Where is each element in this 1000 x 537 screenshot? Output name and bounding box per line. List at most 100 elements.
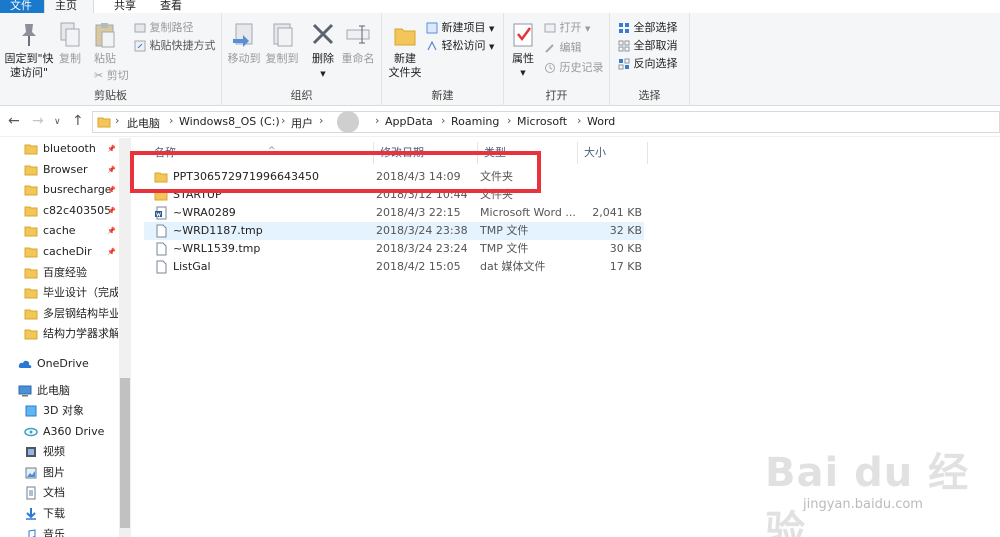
invert-selection-button[interactable]: 反向选择 (618, 55, 678, 73)
nav-pc-item[interactable]: 3D 对象 (24, 401, 118, 421)
copy-icon (60, 22, 80, 47)
delete-x-icon (312, 23, 334, 45)
nav-quick-item[interactable]: c82c403505 📌 (24, 201, 118, 221)
history-label: 历史记录 (559, 61, 604, 74)
nav-quick-item[interactable]: 结构力学器求解 (24, 324, 118, 344)
file-row[interactable]: ~WRL1539.tmp 2018/3/24 23:24 TMP 文件 30 KB (144, 240, 644, 258)
nav-scrollbar[interactable] (119, 138, 131, 537)
tab-share[interactable]: 共享 (104, 0, 146, 13)
forward-arrow-icon[interactable]: → (32, 113, 44, 129)
nav-quick-item-label: 多层钢结构毕业 (43, 306, 118, 320)
file-icon (156, 242, 167, 256)
nav-pc-item[interactable]: 图片 (24, 463, 118, 483)
file-name-cell: ~WRA0289 (154, 204, 364, 222)
breadcrumb-appdata[interactable]: AppData (385, 115, 433, 128)
nav-quick-item[interactable]: busrecharge 📌 (24, 180, 118, 200)
breadcrumb-this-pc[interactable]: 此电脑 (127, 115, 160, 131)
nav-quick-item[interactable]: bluetooth 📌 (24, 139, 118, 159)
pin-icon: 📌 (107, 227, 116, 236)
documents-icon (26, 486, 36, 500)
easy-access-label: 轻松访问 (441, 39, 486, 52)
folder-icon (24, 309, 38, 320)
organize-group-label: 组织 (290, 89, 313, 102)
navigation-pane: bluetooth 📌 Browser 📌 busrecharge 📌 c82c403505… (0, 138, 132, 537)
breadcrumb-word[interactable]: Word (587, 115, 615, 128)
tab-view[interactable]: 查看 (150, 0, 192, 13)
new-item-label: 新建项目 (441, 21, 486, 34)
paste-shortcut-button[interactable]: 粘贴快捷方式 (134, 37, 216, 55)
breadcrumb-separator-icon: › (375, 114, 380, 127)
copy-to-button[interactable]: 复制到 (264, 21, 300, 66)
nav-quick-item[interactable]: Browser 📌 (24, 160, 118, 180)
nav-quick-item[interactable]: 毕业设计（完成 (24, 283, 118, 303)
watermark-main-text: Bai du 经验 (765, 450, 970, 537)
select-none-button[interactable]: 全部取消 (618, 37, 678, 55)
file-row[interactable]: ~WRA0289 2018/4/3 22:15 Microsoft Word ...… (144, 204, 644, 222)
nav-quick-item-label: cacheDir (43, 245, 92, 258)
recent-locations-chevron-icon[interactable]: ∨ (54, 117, 61, 127)
file-row[interactable]: ~WRD1187.tmp 2018/3/24 23:38 TMP 文件 32 KB (144, 222, 644, 240)
easy-access-dropdown-icon: ▼ (489, 43, 495, 51)
nav-quick-item[interactable]: 百度经验 (24, 263, 118, 283)
file-row[interactable]: ListGal 2018/4/2 15:05 dat 媒体文件 17 KB (144, 258, 644, 276)
delete-button[interactable]: 删除 ▼ (308, 21, 338, 81)
breadcrumb-c-drive[interactable]: Windows8_OS (C:) (179, 115, 280, 128)
nav-pc-item-label: 下载 (43, 507, 65, 520)
address-bar[interactable]: › 此电脑 › Windows8_OS (C:) › 用户 › › AppDat… (92, 111, 1000, 133)
cut-button[interactable]: ✂ 剪切 (94, 67, 129, 85)
breadcrumb-microsoft[interactable]: Microsoft (517, 115, 567, 128)
baidu-watermark: Bai du 经验 jingyan.baidu.com (765, 440, 985, 537)
breadcrumb-separator-icon: › (441, 114, 446, 127)
copy-path-icon (134, 23, 146, 33)
nav-quick-item[interactable]: 多层钢结构毕业 (24, 304, 118, 324)
pin-icon: 📌 (107, 145, 116, 153)
blurred-username[interactable] (337, 111, 359, 133)
properties-button[interactable]: 属性 ▼ (508, 21, 538, 80)
move-to-label: 移动到 (227, 52, 261, 65)
nav-pc-item[interactable]: 视频 (24, 442, 118, 462)
nav-scrollbar-thumb[interactable] (120, 378, 130, 528)
file-icon (156, 260, 167, 274)
move-to-button[interactable]: 移动到 (226, 21, 262, 66)
back-arrow-icon[interactable]: ← (8, 113, 20, 129)
copy-button[interactable]: 复制 (56, 21, 84, 66)
nav-pc-item[interactable]: 下载 (24, 504, 118, 524)
nav-pc-item[interactable]: A360 Drive (24, 422, 118, 442)
nav-quick-item-label: 毕业设计（完成 (43, 286, 118, 300)
nav-pc-item[interactable]: 文档 (24, 483, 118, 503)
tab-home[interactable]: 主页 (44, 0, 94, 13)
copy-to-icon (273, 23, 293, 47)
easy-access-button[interactable]: 轻松访问 ▼ (426, 37, 494, 56)
breadcrumb-roaming[interactable]: Roaming (451, 115, 499, 128)
open-button[interactable]: 打开 ▼ (544, 19, 590, 38)
up-arrow-icon[interactable]: ↑ (72, 113, 84, 129)
select-all-button[interactable]: 全部选择 (618, 19, 678, 37)
paste-shortcut-label: 粘贴快捷方式 (149, 39, 216, 52)
tab-file[interactable]: 文件 (0, 0, 44, 13)
new-folder-button[interactable]: 新建 文件夹 (388, 21, 422, 80)
nav-pc-item-label: 文档 (43, 486, 65, 500)
rename-label: 重命名 (341, 52, 375, 65)
file-size: 30 KB (609, 242, 642, 255)
pin-quick-access-button[interactable]: 固定到"快速访问" (2, 21, 56, 80)
copy-path-button[interactable]: 复制路径 (134, 19, 194, 37)
paste-button[interactable]: 粘贴 (88, 21, 122, 66)
folder-icon (24, 288, 38, 299)
new-item-button[interactable]: 新建项目 ▼ (426, 19, 494, 38)
nav-quick-item-label: cache (43, 224, 76, 238)
edit-button[interactable]: 编辑 (544, 39, 582, 57)
nav-quick-item[interactable]: cache 📌 (24, 221, 118, 241)
breadcrumb-separator-icon: › (169, 114, 174, 127)
folder-icon (24, 185, 38, 196)
breadcrumb-users[interactable]: 用户 (291, 115, 313, 131)
cut-label: 剪切 (106, 69, 129, 82)
nav-quick-item[interactable]: cacheDir 📌 (24, 242, 118, 262)
column-header-size[interactable]: 大小 (578, 142, 648, 164)
folder-icon (24, 247, 38, 258)
rename-button[interactable]: 重命名 (340, 21, 376, 66)
address-folder-icon (97, 117, 111, 128)
history-button[interactable]: 历史记录 (544, 59, 604, 77)
rename-icon (346, 25, 370, 44)
nav-pc-item[interactable]: 音乐 (24, 525, 118, 537)
pin-icon: 📌 (107, 206, 116, 215)
